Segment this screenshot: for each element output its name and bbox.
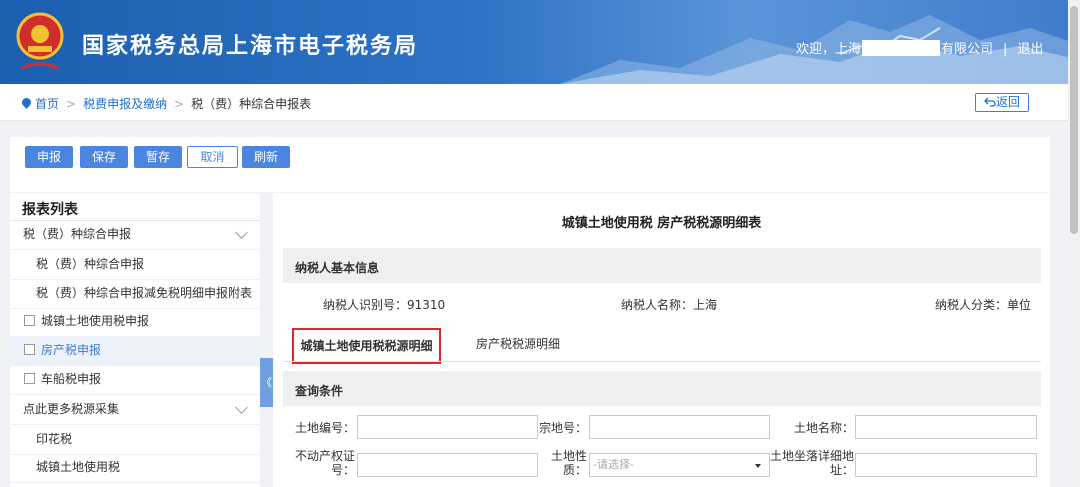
label-line: 址： (829, 463, 854, 477)
sidebar-item-property-tax[interactable]: 房产税申报 (10, 336, 260, 366)
tab-property-tax-detail[interactable]: 房产税税源明细 (463, 328, 573, 360)
location-pin-icon (20, 96, 33, 109)
sidebar-group-comprehensive-declaration[interactable]: 税（费）种综合申报 (10, 220, 260, 250)
property-cert-input[interactable] (357, 453, 538, 477)
sidebar-item-label: 点此更多税源采集 (23, 402, 120, 416)
taxpayer-type: 纳税人分类：单位 (935, 298, 1032, 312)
checkbox[interactable] (24, 373, 35, 384)
header-separator: | (1003, 42, 1008, 57)
save-button[interactable]: 保存 (80, 146, 128, 168)
page-scrollbar-thumb[interactable] (1070, 6, 1078, 234)
sidebar-item-stamp-tax[interactable]: 印花税 (10, 425, 260, 455)
label-line: 不动产权证 (294, 449, 355, 463)
select-placeholder: -请选择- (593, 458, 634, 471)
welcome-text: 欢迎，上海 有限公司 | 退出 (796, 38, 1043, 57)
report-list-sidebar: 报表列表 税（费）种综合申报 税（费）种综合申报 税（费）种综合申报减免税明细申… (10, 193, 260, 487)
label-line: 号： (330, 463, 355, 477)
sidebar-item-comprehensive-declaration[interactable]: 税（费）种综合申报 (10, 250, 260, 280)
back-button[interactable]: 返回 (975, 93, 1029, 112)
main-form: 城镇土地使用税 房产税税源明细表 纳税人基本信息 纳税人识别号：91310 纳税… (273, 193, 1050, 487)
back-button-label: 返回 (995, 95, 1020, 109)
sidebar-item-label: 城镇土地使用税 (36, 460, 121, 474)
breadcrumb-home-link[interactable]: 首页 (35, 97, 59, 111)
form-title: 城镇土地使用税 房产税税源明细表 (561, 216, 762, 231)
land-no-label: 土地编号： (294, 421, 355, 435)
declare-button[interactable]: 申报 (25, 146, 73, 168)
breadcrumb-arrow: > (66, 97, 77, 111)
sidebar-item-label: 城镇土地使用税申报 (41, 314, 150, 328)
sidebar-item-urban-land-use[interactable]: 城镇土地使用税 (10, 453, 260, 483)
tab-urban-land-use-tax-detail[interactable]: 城镇土地使用税税源明细 (292, 328, 441, 364)
sidebar-item-vehicle-tax[interactable]: 车船税申报 (10, 365, 260, 395)
temp-save-button[interactable]: 暂存 (134, 146, 182, 168)
sidebar-item-label: 税（费）种综合申报 (36, 257, 145, 271)
sidebar-title: 报表列表 (22, 202, 78, 218)
chevron-down-icon (235, 401, 248, 414)
land-name-input[interactable] (855, 415, 1037, 439)
chevron-down-icon (235, 226, 248, 239)
section-title: 查询条件 (295, 384, 344, 398)
breadcrumb: 首页 > 税费申报及缴纳 > 税（费）种综合申报表 (20, 95, 312, 112)
sidebar-item-label: 税（费）种综合申报 (23, 227, 132, 241)
taxpayer-id: 纳税人识别号：91310 (323, 298, 446, 312)
section-title: 纳税人基本信息 (295, 261, 380, 275)
land-no-input[interactable] (357, 415, 538, 439)
sidebar-item-label: 车船税申报 (41, 372, 102, 386)
sidebar-collapse-handle[interactable]: 《 (260, 358, 273, 407)
land-address-label: 土地坐落详细地 址： (758, 449, 854, 477)
site-header: 国家税务总局上海市电子税务局 欢迎，上海 有限公司 | 退出 (0, 0, 1068, 84)
taxpayer-name: 纳税人名称：上海 (621, 298, 718, 312)
query-section-header: 查询条件 (283, 371, 1041, 406)
site-title: 国家税务总局上海市电子税务局 (82, 34, 419, 59)
property-cert-label: 不动产权证 号： (287, 449, 355, 477)
sidebar-item-label: 房产税申报 (41, 343, 102, 357)
land-name-label: 土地名称： (793, 421, 854, 435)
welcome-prefix: 欢迎，上海 (796, 42, 862, 57)
cancel-button[interactable]: 取消 (187, 146, 238, 168)
sidebar-item-label: 税（费）种综合申报减免税明细申报附表 (36, 286, 253, 300)
sidebar-item-label: 印花税 (36, 432, 73, 446)
parcel-no-input[interactable] (589, 415, 770, 439)
breadcrumb-tax-declaration-link[interactable]: 税费申报及缴纳 (83, 97, 167, 111)
land-nature-select[interactable]: -请选择- (589, 453, 770, 477)
return-arrow-icon (984, 97, 996, 107)
label-line: 质： (562, 463, 587, 477)
sidebar-item-urban-land-use-tax[interactable]: 城镇土地使用税申报 (10, 307, 260, 337)
breadcrumb-arrow: > (174, 97, 185, 111)
tab-divider (283, 361, 1041, 362)
redacted-company-name (862, 40, 941, 56)
checkbox[interactable] (24, 344, 35, 355)
sidebar-item-relief-schedule[interactable]: 税（费）种综合申报减免税明细申报附表 (10, 279, 260, 309)
tax-emblem-icon (16, 12, 64, 70)
label-line: 土地坐落详细地 (769, 449, 854, 463)
checkbox[interactable] (24, 315, 35, 326)
sidebar-group-more-tax-sources[interactable]: 点此更多税源采集 (10, 395, 260, 425)
basic-info-section-header: 纳税人基本信息 (283, 248, 1041, 283)
breadcrumb-bar: 首页 > 税费申报及缴纳 > 税（费）种综合申报表 返回 (0, 84, 1068, 121)
action-toolbar: 申报 保存 暂存 取消 刷新 (10, 137, 1050, 192)
parcel-no-label: 宗地号： (538, 421, 587, 435)
refresh-button[interactable]: 刷新 (242, 146, 290, 168)
logout-link[interactable]: 退出 (1017, 42, 1043, 57)
land-address-input[interactable] (855, 453, 1037, 477)
breadcrumb-current: 税（费）种综合申报表 (191, 97, 312, 111)
land-nature-label: 土地性 质： (527, 449, 587, 477)
welcome-suffix: 有限公司 (941, 42, 994, 57)
label-line: 土地性 (550, 449, 587, 463)
